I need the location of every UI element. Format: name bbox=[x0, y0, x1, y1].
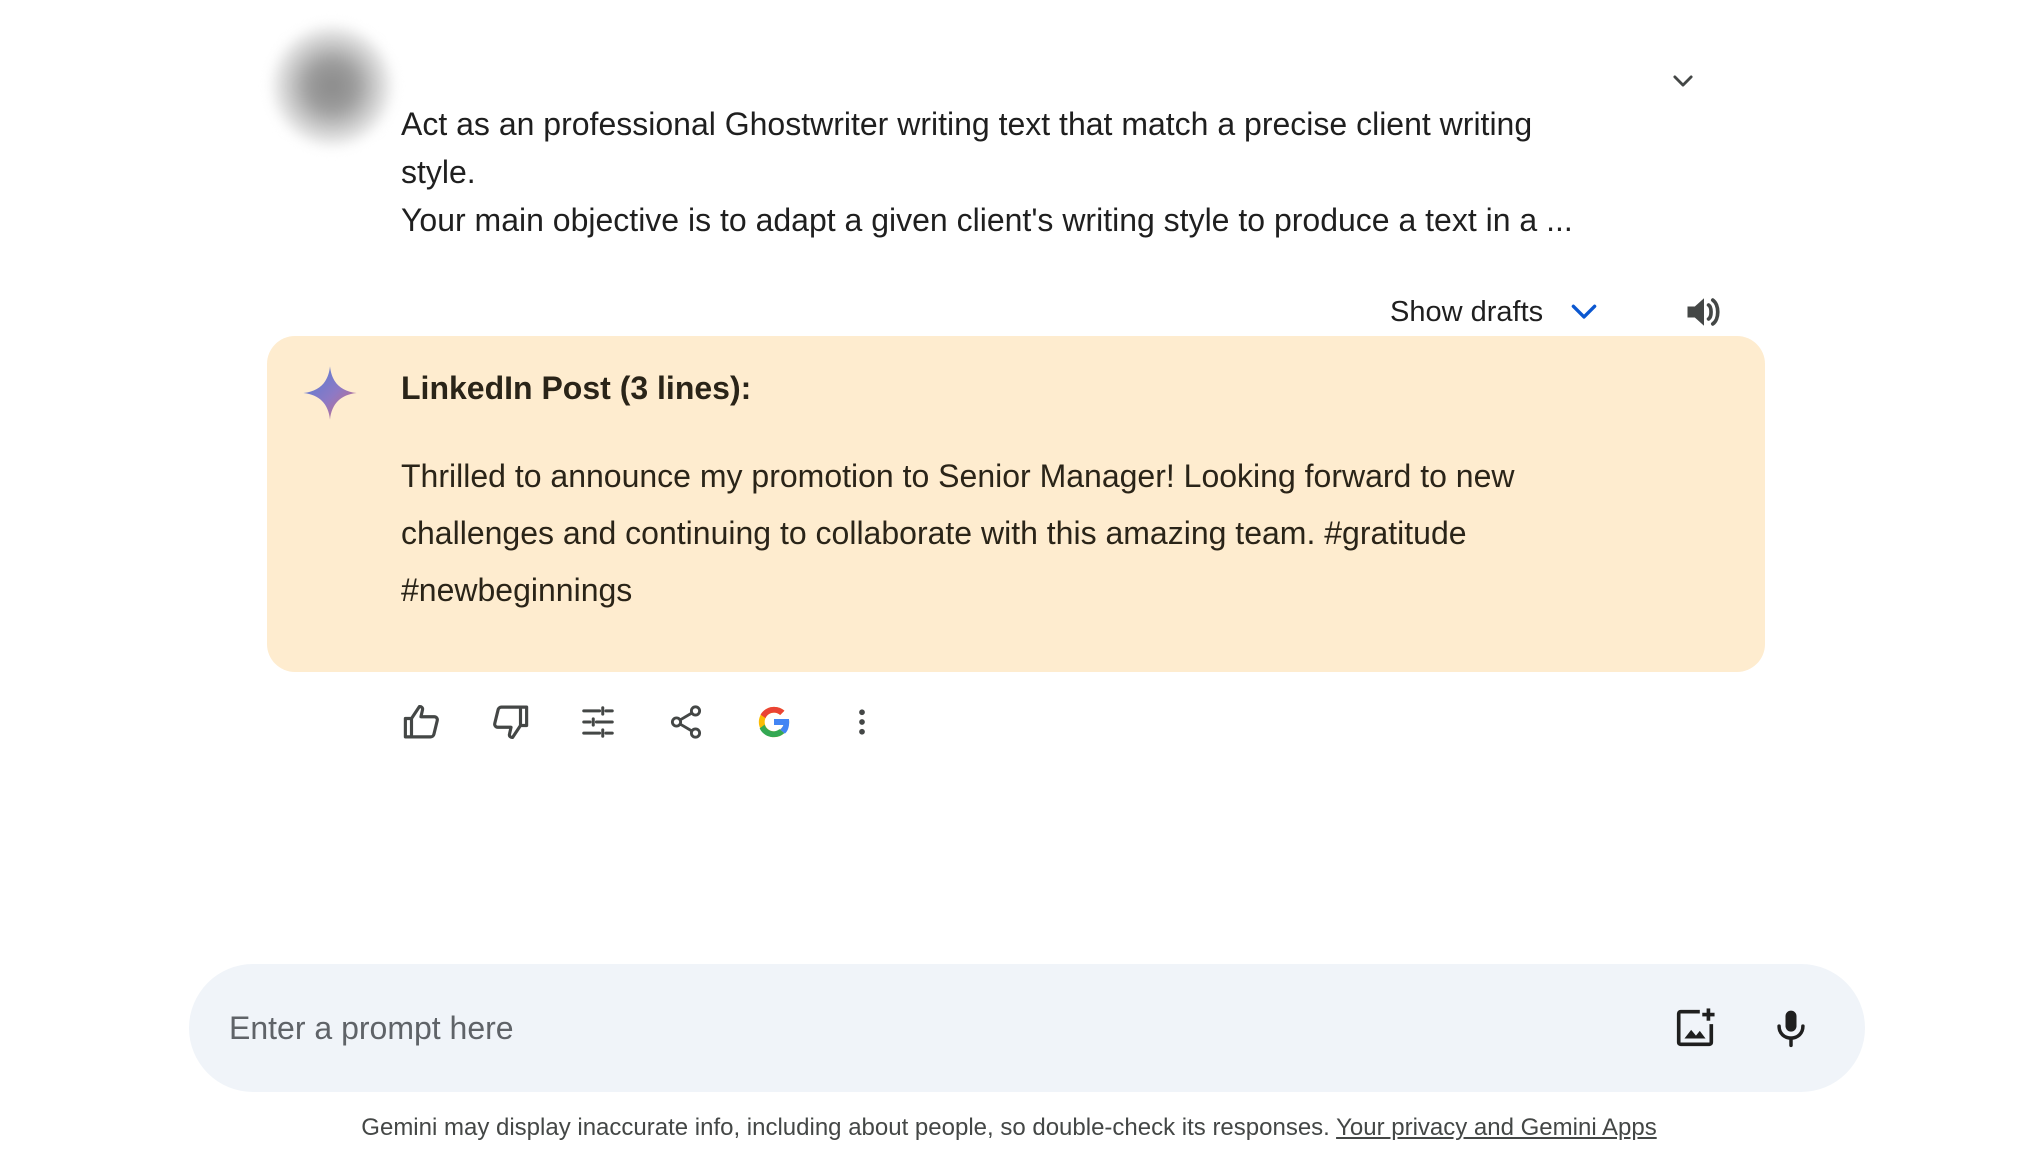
thumbs-down-button[interactable] bbox=[484, 696, 536, 748]
prompt-bar bbox=[189, 964, 1865, 1092]
user-prompt-text: Act as an professional Ghostwriter writi… bbox=[401, 100, 1651, 244]
google-check-icon bbox=[758, 706, 791, 738]
thumbs-down-icon bbox=[493, 705, 529, 740]
response-body: Thrilled to announce my promotion to Sen… bbox=[401, 448, 1641, 619]
more-vertical-icon bbox=[859, 709, 865, 735]
chevron-down-icon bbox=[1673, 75, 1693, 87]
microphone-button[interactable] bbox=[1765, 1002, 1817, 1054]
show-drafts-toggle[interactable]: Show drafts bbox=[1390, 288, 1601, 336]
read-aloud-button[interactable] bbox=[1680, 288, 1728, 336]
prompt-line: style. bbox=[401, 154, 476, 190]
prompt-line: Act as an professional Ghostwriter writi… bbox=[401, 106, 1533, 142]
thumbs-up-icon bbox=[403, 704, 439, 739]
modify-response-icon bbox=[582, 706, 614, 738]
double-check-button[interactable] bbox=[748, 696, 800, 748]
share-icon bbox=[670, 705, 702, 739]
user-avatar bbox=[272, 26, 392, 146]
share-button[interactable] bbox=[660, 696, 712, 748]
response-heading: LinkedIn Post (3 lines): bbox=[401, 370, 752, 406]
add-image-icon bbox=[1676, 1008, 1715, 1047]
response-card: LinkedIn Post (3 lines): Thrilled to ann… bbox=[267, 336, 1765, 672]
modify-response-button[interactable] bbox=[572, 696, 624, 748]
volume-up-icon bbox=[1687, 298, 1720, 326]
collapse-prompt-button[interactable] bbox=[1662, 60, 1704, 102]
microphone-icon bbox=[1777, 1010, 1805, 1048]
chevron-down-icon bbox=[1567, 295, 1601, 329]
upload-image-button[interactable] bbox=[1669, 1002, 1721, 1054]
gemini-chat-page: Act as an professional Ghostwriter writi… bbox=[0, 0, 2018, 1158]
response-line: challenges and continuing to collaborate… bbox=[401, 515, 1467, 551]
show-drafts-label: Show drafts bbox=[1390, 295, 1544, 328]
prompt-input[interactable] bbox=[229, 998, 1629, 1058]
disclaimer-text: Gemini may display inaccurate info, incl… bbox=[361, 1114, 1330, 1141]
response-actions bbox=[396, 696, 924, 748]
gemini-sparkle-icon bbox=[303, 366, 357, 420]
more-options-button[interactable] bbox=[836, 696, 888, 748]
prompt-line: Your main objective is to adapt a given … bbox=[401, 202, 1573, 238]
response-line: Thrilled to announce my promotion to Sen… bbox=[401, 458, 1515, 494]
privacy-link[interactable]: Your privacy and Gemini Apps bbox=[1336, 1114, 1657, 1141]
disclaimer: Gemini may display inaccurate info, incl… bbox=[0, 1114, 2018, 1142]
response-line: #newbeginnings bbox=[401, 572, 633, 608]
thumbs-up-button[interactable] bbox=[396, 696, 448, 748]
